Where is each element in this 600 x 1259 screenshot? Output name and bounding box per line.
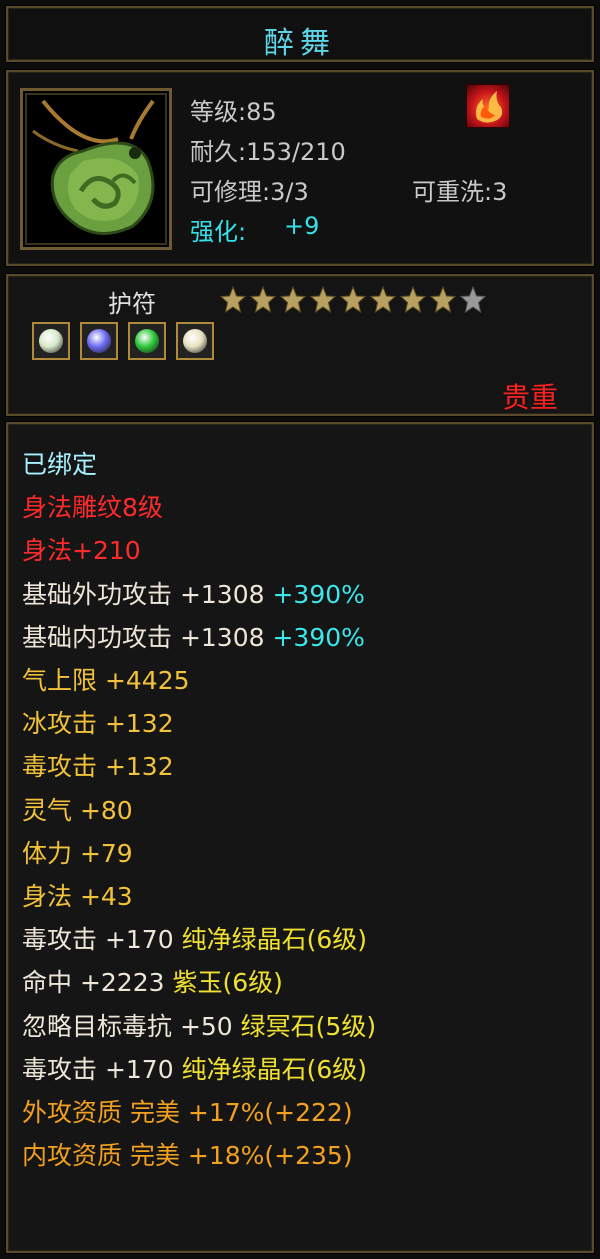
attribute-line: 外攻资质 完美 +17%(+222) — [22, 1098, 353, 1128]
star-filled-icon — [220, 286, 246, 314]
star-empty-icon — [460, 286, 486, 314]
attribute-line: 命中 +2223 紫玉(6级) — [22, 968, 283, 998]
attribute-text: 身法雕纹8级 — [22, 493, 163, 523]
item-tooltip: 醉舞 等级:85 耐久:153/210 可修理:3/3 可重洗:3 强化: +9 — [0, 0, 600, 1259]
attribute-text: 纯净绿晶石(6级) — [181, 1054, 367, 1084]
attribute-text: 冰攻击 +132 — [22, 709, 174, 739]
attribute-line: 灵气 +80 — [22, 796, 133, 826]
attribute-text: 内攻资质 完美 +18%(+235) — [22, 1141, 353, 1171]
gem-core — [135, 329, 159, 353]
attribute-list: 已绑定 身法雕纹8级 身法+210 基础外功攻击 +1308 +390% 基础内功攻击 … — [6, 422, 594, 1253]
attribute-line: 身法 +43 — [22, 882, 133, 912]
attribute-line: 毒攻击 +170 纯净绿晶石(6级) — [22, 1055, 367, 1085]
attribute-text: 基础外功攻击 +1308 — [22, 579, 273, 609]
attribute-text: 体力 +79 — [22, 838, 133, 868]
enhance-label: 强化: — [190, 218, 247, 246]
attribute-line: 忽略目标毒抗 +50 绿冥石(5级) — [22, 1012, 376, 1042]
star-filled-icon — [250, 286, 276, 314]
green-gem-icon[interactable] — [128, 322, 166, 360]
gem-core — [183, 329, 207, 353]
flame-school-icon — [466, 84, 510, 128]
attribute-line: 身法+210 — [22, 536, 141, 566]
attribute-text: 身法 +43 — [22, 882, 133, 911]
white-gem-icon[interactable] — [176, 322, 214, 360]
attribute-text: 命中 +2223 — [22, 968, 173, 998]
attribute-text: 毒攻击 +132 — [22, 752, 174, 782]
attribute-text: 身法+210 — [22, 536, 141, 566]
attribute-text: +390% — [272, 579, 365, 609]
attribute-line: 气上限 +4425 — [22, 666, 190, 696]
repairable-text: 可修理:3/3 — [190, 178, 309, 206]
attribute-text: 灵气 +80 — [22, 795, 133, 825]
level-text: 等级:85 — [190, 98, 277, 126]
item-info-panel: 等级:85 耐久:153/210 可修理:3/3 可重洗:3 强化: +9 — [6, 70, 594, 266]
item-name: 醉舞 — [264, 26, 336, 61]
attribute-line: 基础内功攻击 +1308 +390% — [22, 623, 365, 653]
attribute-text: 已绑定 — [22, 450, 98, 479]
star-filled-icon — [340, 286, 366, 314]
item-type-panel: 护符 贵重 — [6, 274, 594, 416]
attribute-line: 毒攻击 +170 纯净绿晶石(6级) — [22, 925, 367, 955]
gem-core — [39, 329, 63, 353]
white-gem-icon[interactable] — [32, 322, 70, 360]
attribute-text: 气上限 +4425 — [22, 666, 190, 695]
jade-pendant-icon-graphic — [32, 99, 155, 235]
star-filled-icon — [310, 286, 336, 314]
durability-text: 耐久:153/210 — [190, 138, 346, 166]
attribute-text: 外攻资质 完美 +17%(+222) — [22, 1098, 353, 1127]
attribute-line: 身法雕纹8级 — [22, 493, 163, 523]
attribute-text: 紫玉(6级) — [172, 968, 283, 998]
item-type-label: 护符 — [108, 290, 156, 318]
jade-pendant-icon[interactable] — [20, 88, 172, 250]
rewashable-text: 可重洗:3 — [412, 178, 508, 206]
purple-gem-icon[interactable] — [80, 322, 118, 360]
rarity-label: 贵重 — [501, 381, 558, 414]
star-filled-icon — [370, 286, 396, 314]
attribute-text: +390% — [272, 622, 365, 652]
attribute-text: 毒攻击 +170 — [22, 925, 182, 955]
attribute-line: 内攻资质 完美 +18%(+235) — [22, 1141, 353, 1171]
star-filled-icon — [400, 286, 426, 314]
attribute-text: 纯净绿晶石(6级) — [181, 925, 367, 955]
attribute-line: 基础外功攻击 +1308 +390% — [22, 580, 365, 610]
title-bar: 醉舞 — [6, 6, 594, 62]
flame-school-icon-graphic — [475, 91, 503, 123]
enhance-value: +9 — [284, 212, 320, 240]
star-filled-icon — [280, 286, 306, 314]
attribute-text: 忽略目标毒抗 +50 — [22, 1011, 241, 1041]
attribute-line: 已绑定 — [22, 450, 97, 480]
attribute-line: 毒攻击 +132 — [22, 752, 174, 782]
attribute-text: 毒攻击 +170 — [22, 1054, 182, 1084]
attribute-line: 体力 +79 — [22, 839, 133, 869]
attribute-text: 基础内功攻击 +1308 — [22, 622, 273, 652]
attribute-line: 冰攻击 +132 — [22, 709, 174, 739]
attribute-text: 绿冥石(5级) — [240, 1011, 377, 1041]
gem-core — [87, 329, 111, 353]
star-filled-icon — [430, 286, 456, 314]
